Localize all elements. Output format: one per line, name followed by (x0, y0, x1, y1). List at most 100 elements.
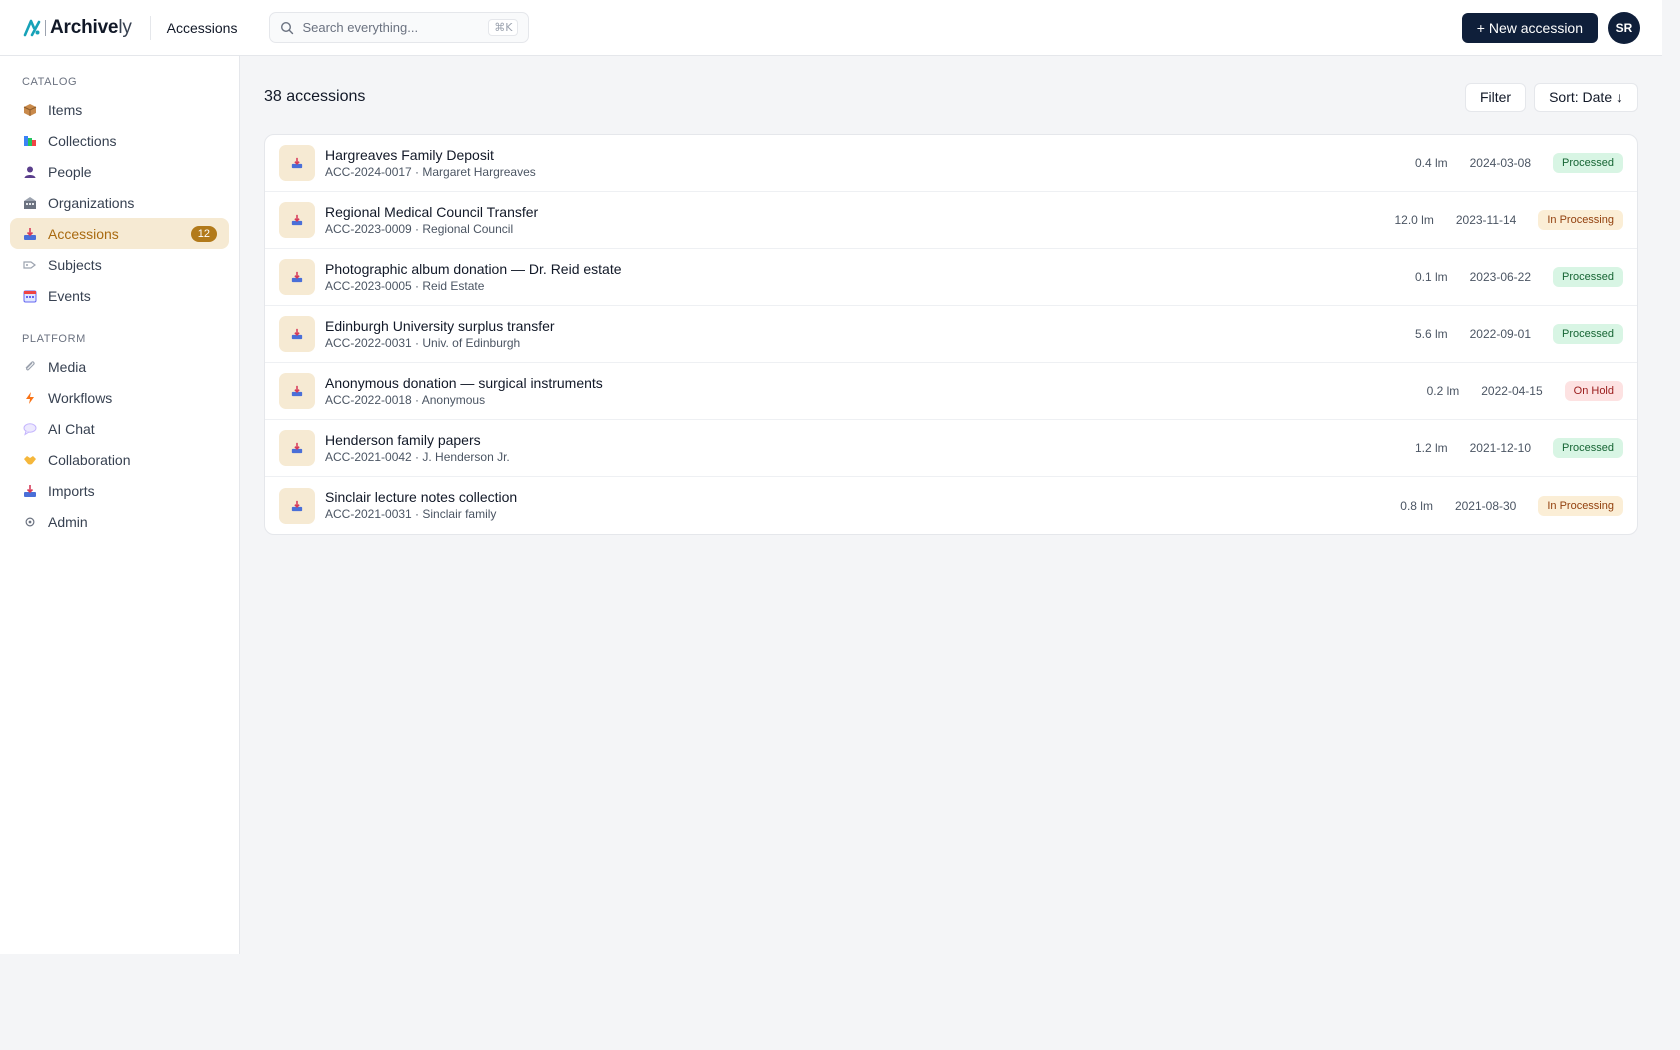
search-icon (280, 21, 294, 35)
sidebar-item-workflows[interactable]: Workflows (10, 382, 229, 413)
row-date: 2023-11-14 (1455, 213, 1517, 227)
table-row[interactable]: Henderson family papers ACC-2021-0042 · J… (265, 420, 1637, 477)
search-input[interactable] (302, 20, 489, 35)
row-extent: 0.8 lm (1400, 498, 1433, 513)
status-badge: Processed (1553, 153, 1623, 173)
sidebar-item-organizations[interactable]: Organizations (10, 187, 229, 218)
catalog-section-label: CATALOG (22, 76, 78, 88)
sidebar-item-subjects[interactable]: Subjects (10, 249, 229, 280)
row-extent: 12.0 lm (1394, 213, 1434, 227)
accessions-count-badge: 12 (190, 225, 217, 242)
table-row[interactable]: Photographic album donation — Dr. Reid e… (265, 249, 1637, 306)
platform-section-label: PLATFORM (22, 333, 86, 345)
inbox-tray-icon (22, 226, 38, 242)
status-badge: Processed (1553, 267, 1623, 287)
person-icon (22, 164, 38, 180)
sidebar-item-label: Admin (48, 513, 88, 530)
row-extent: 5.6 lm (1414, 327, 1448, 341)
lightning-icon (22, 390, 38, 406)
sidebar-item-collaboration[interactable]: Collaboration (10, 444, 229, 475)
brand[interactable]: Archively (22, 0, 132, 56)
sidebar-item-label: Subjects (48, 256, 102, 273)
row-subtitle: ACC-2021-0042 · J. Henderson Jr. (325, 449, 510, 464)
sidebar-item-people[interactable]: People (10, 156, 229, 187)
row-date: 2024-03-08 (1469, 156, 1532, 170)
table-row[interactable]: Anonymous donation — surgical instrument… (265, 363, 1637, 420)
sidebar-item-label: Imports (48, 482, 95, 499)
sidebar-item-label: Workflows (48, 389, 113, 406)
sidebar-item-imports[interactable]: Imports (10, 475, 229, 506)
row-date: 2022-04-15 (1481, 384, 1543, 398)
speech-bubble-icon (22, 421, 38, 437)
gear-icon (22, 514, 38, 530)
row-date: 2021-08-30 (1454, 498, 1517, 513)
inbox-tray-icon (279, 316, 315, 352)
list-header: 38 accessions Filter Sort: Date ↓ (264, 56, 1638, 134)
sidebar-item-label: AI Chat (48, 420, 95, 437)
table-row[interactable]: Hargreaves Family Deposit ACC-2024-0017 ·… (265, 135, 1637, 192)
brand-name: Archively (45, 18, 132, 37)
sidebar-item-label: Accessions (48, 225, 119, 242)
search-box[interactable]: ⌘K (269, 12, 530, 43)
new-accession-button[interactable]: + New accession (1461, 12, 1598, 43)
row-title: Anonymous donation — surgical instrument… (325, 374, 603, 391)
sidebar-item-collections[interactable]: Collections (10, 125, 229, 156)
status-badge: Processed (1553, 438, 1623, 458)
table-row[interactable]: Edinburgh University surplus transfer ACC… (265, 306, 1637, 363)
row-subtitle: ACC-2023-0009 · Regional Council (325, 221, 514, 236)
filter-button[interactable]: Filter (1464, 82, 1527, 112)
books-icon (22, 133, 38, 149)
row-date: 2023-06-22 (1469, 270, 1532, 284)
paperclip-icon (22, 359, 38, 375)
status-badge: In Processing (1538, 210, 1623, 230)
inbox-tray-icon (279, 259, 315, 295)
row-date: 2022-09-01 (1469, 327, 1532, 341)
row-title: Henderson family papers (325, 431, 481, 448)
sidebar-item-media[interactable]: Media (10, 351, 229, 382)
building-icon (22, 195, 38, 211)
row-extent: 0.2 lm (1426, 384, 1460, 398)
table-row[interactable]: Sinclair lecture notes collection ACC-202… (265, 477, 1637, 534)
box-icon (22, 102, 38, 118)
sidebar-item-admin[interactable]: Admin (10, 506, 229, 537)
inbox-tray-icon (279, 487, 315, 524)
handshake-icon (22, 452, 38, 468)
status-badge: Processed (1553, 324, 1623, 344)
sidebar-item-ai-chat[interactable]: AI Chat (10, 413, 229, 444)
accessions-list: Hargreaves Family Deposit ACC-2024-0017 ·… (264, 134, 1638, 535)
sidebar-item-label: Collaboration (48, 451, 131, 468)
row-subtitle: ACC-2021-0031 · Sinclair family (325, 507, 497, 521)
row-subtitle: ACC-2022-0031 · Univ. of Edinburgh (325, 335, 521, 350)
archively-logo-icon (22, 18, 42, 38)
sidebar-item-events[interactable]: Events (10, 280, 229, 311)
main-content: 38 accessions Filter Sort: Date ↓ Hargre… (264, 56, 1638, 535)
sort-button[interactable]: Sort: Date ↓ (1534, 82, 1638, 112)
inbox-tray-icon (279, 202, 315, 238)
row-title: Edinburgh University surplus transfer (325, 317, 555, 334)
search-shortcut-hint: ⌘K (488, 19, 519, 36)
row-extent: 0.1 lm (1414, 270, 1448, 284)
table-row[interactable]: Regional Medical Council Transfer ACC-202… (265, 192, 1637, 249)
row-date: 2021-12-10 (1469, 441, 1532, 455)
status-badge: In Processing (1538, 495, 1623, 516)
accessions-count: 38 accessions (264, 88, 366, 105)
row-subtitle: ACC-2022-0018 · Anonymous (325, 392, 486, 407)
calendar-icon (22, 288, 38, 304)
sidebar-item-label: People (48, 163, 92, 180)
sidebar: CATALOG Items Collections People Organiz… (0, 56, 240, 954)
sidebar-item-label: Media (48, 358, 87, 375)
user-avatar[interactable]: SR (1608, 11, 1640, 44)
row-title: Hargreaves Family Deposit (325, 146, 494, 163)
header-divider (149, 15, 151, 40)
breadcrumb-current[interactable]: Accessions (167, 20, 238, 36)
top-header: Archively Accessions ⌘K + New accession … (0, 0, 1662, 56)
row-extent: 1.2 lm (1414, 441, 1448, 455)
row-title: Sinclair lecture notes collection (325, 489, 518, 505)
row-extent: 0.4 lm (1414, 156, 1448, 170)
sidebar-item-items[interactable]: Items (10, 94, 229, 125)
sidebar-item-label: Events (48, 287, 91, 304)
sidebar-item-accessions[interactable]: Accessions 12 (10, 218, 229, 249)
inbox-tray-icon (279, 145, 315, 181)
inbox-tray-icon (279, 373, 315, 409)
row-subtitle: ACC-2023-0005 · Reid Estate (325, 278, 485, 293)
